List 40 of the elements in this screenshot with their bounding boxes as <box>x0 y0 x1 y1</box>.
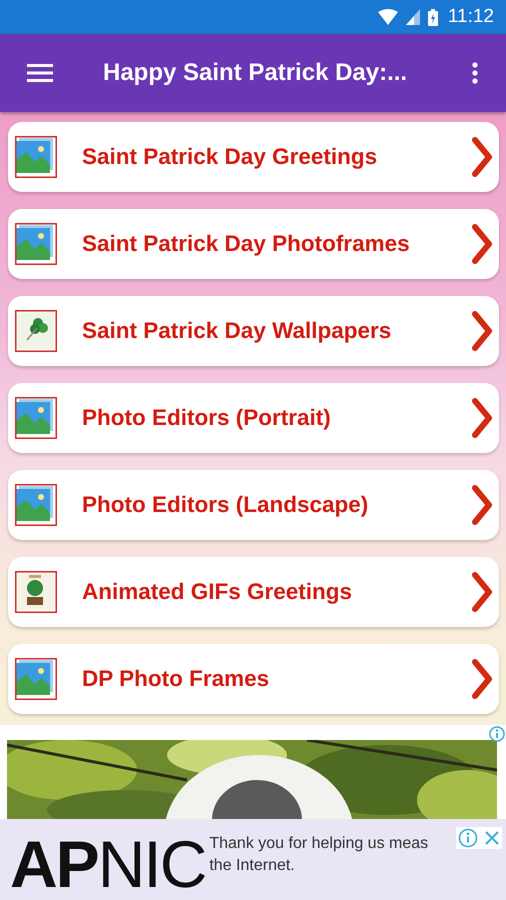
chevron-right-icon <box>471 658 493 700</box>
more-options-icon[interactable] <box>472 62 478 84</box>
menu-item[interactable]: Animated GIFs Greetings <box>8 557 499 627</box>
ad-text: the Internet. <box>209 856 296 876</box>
image-icon <box>15 223 57 265</box>
close-icon[interactable] <box>484 830 500 846</box>
signal-icon <box>406 9 420 25</box>
image-icon <box>15 658 57 700</box>
image-icon <box>15 484 57 526</box>
chevron-right-icon <box>471 136 493 178</box>
chevron-right-icon <box>471 223 493 265</box>
info-icon[interactable] <box>489 726 505 742</box>
image-icon <box>15 397 57 439</box>
battery-icon <box>428 8 438 26</box>
image-icon <box>15 136 57 178</box>
clock-time: 11:12 <box>448 6 494 28</box>
info-icon[interactable] <box>458 828 478 848</box>
menu-label: Photo Editors (Portrait) <box>82 405 332 431</box>
menu-icon[interactable] <box>27 64 53 82</box>
chevron-right-icon <box>471 571 493 613</box>
menu-label: Animated GIFs Greetings <box>82 579 354 605</box>
wifi-icon <box>378 9 398 25</box>
menu-label: Saint Patrick Day Wallpapers <box>82 318 392 344</box>
menu-label: Photo Editors (Landscape) <box>82 492 370 518</box>
menu-item[interactable]: Saint Patrick Day Wallpapers <box>8 296 499 366</box>
ad-text: Thank you for helping us meas <box>209 834 428 854</box>
menu-item[interactable]: Saint Patrick Day Photoframes <box>8 209 499 279</box>
menu-item[interactable]: Saint Patrick Day Greetings <box>8 122 499 192</box>
menu-label: Saint Patrick Day Greetings <box>82 144 378 170</box>
chevron-right-icon <box>471 310 493 352</box>
clover-icon <box>15 310 57 352</box>
menu-item[interactable]: Photo Editors (Landscape) <box>8 470 499 540</box>
menu-item[interactable]: Photo Editors (Portrait) <box>8 383 499 453</box>
app-title: Happy Saint Patrick Day:... <box>103 59 408 87</box>
chevron-right-icon <box>471 484 493 526</box>
brand-logo: APNIC <box>10 831 206 897</box>
menu-item[interactable]: DP Photo Frames <box>8 644 499 714</box>
chevron-right-icon <box>471 397 493 439</box>
menu-label: Saint Patrick Day Photoframes <box>82 231 411 257</box>
menu-label: DP Photo Frames <box>82 666 270 692</box>
